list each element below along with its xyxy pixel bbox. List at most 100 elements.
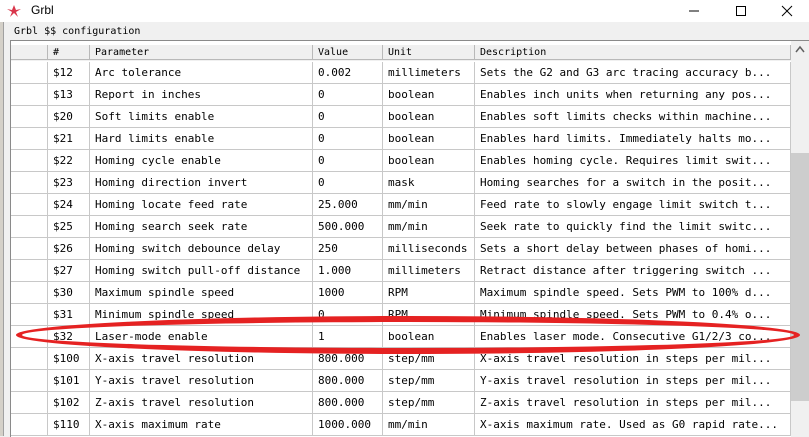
table-row[interactable]: $100 X-axis travel resolution 800.000 step/… bbox=[11, 348, 791, 370]
table-header: # Parameter Value Unit Description bbox=[11, 45, 791, 61]
table-row[interactable]: $24 Homing locate feed rate 25.000 mm/min Fe… bbox=[11, 194, 791, 216]
row-parameter: Z-axis travel resolution bbox=[90, 392, 313, 414]
row-description: Minimum spindle speed. Sets PWM to 0.4% … bbox=[475, 304, 791, 326]
table-row[interactable]: $22 Homing cycle enable 0 boolean Enables ho… bbox=[11, 150, 791, 172]
maximize-button[interactable] bbox=[718, 0, 764, 22]
maximize-icon bbox=[736, 6, 746, 16]
column-header-value[interactable]: Value bbox=[313, 45, 383, 60]
column-header-number[interactable]: # bbox=[48, 45, 90, 60]
row-selector[interactable] bbox=[11, 62, 48, 84]
row-description: Enables homing cycle. Requires limit swi… bbox=[475, 150, 791, 172]
row-number: $100 bbox=[48, 348, 90, 370]
row-parameter: Report in inches bbox=[90, 84, 313, 106]
table-row[interactable]: $27 Homing switch pull-off distance 1.000 m… bbox=[11, 260, 791, 282]
table-row[interactable]: $12 Arc tolerance 0.002 millimeters Sets the… bbox=[11, 62, 791, 84]
row-unit: millimeters bbox=[383, 62, 475, 84]
table-row[interactable]: $13 Report in inches 0 boolean Enables inch … bbox=[11, 84, 791, 106]
vertical-scrollbar[interactable] bbox=[791, 41, 809, 437]
row-unit: step/mm bbox=[383, 348, 475, 370]
row-selector[interactable] bbox=[11, 326, 48, 348]
row-value: 1.000 bbox=[313, 260, 383, 282]
row-selector[interactable] bbox=[11, 304, 48, 326]
table-row[interactable]: $26 Homing switch debounce delay 250 millis… bbox=[11, 238, 791, 260]
row-description: Homing searches for a switch in the posi… bbox=[475, 172, 791, 194]
row-unit: RPM bbox=[383, 282, 475, 304]
row-selector[interactable] bbox=[11, 150, 48, 172]
row-unit: step/mm bbox=[383, 370, 475, 392]
row-unit: mm/min bbox=[383, 194, 475, 216]
row-unit: boolean bbox=[383, 84, 475, 106]
row-unit: mask bbox=[383, 172, 475, 194]
row-selector[interactable] bbox=[11, 172, 48, 194]
row-number: $12 bbox=[48, 62, 90, 84]
column-header-parameter[interactable]: Parameter bbox=[90, 45, 313, 60]
row-value: 800.000 bbox=[313, 348, 383, 370]
row-value: 0 bbox=[313, 84, 383, 106]
row-unit: boolean bbox=[383, 128, 475, 150]
row-parameter: Homing direction invert bbox=[90, 172, 313, 194]
row-parameter: Hard limits enable bbox=[90, 128, 313, 150]
config-table[interactable]: # Parameter Value Unit Description $12 Ar… bbox=[10, 40, 809, 437]
row-value: 1000 bbox=[313, 282, 383, 304]
row-number: $25 bbox=[48, 216, 90, 238]
row-selector[interactable] bbox=[11, 194, 48, 216]
scroll-up-arrow-icon[interactable] bbox=[795, 45, 805, 53]
column-header-description[interactable]: Description bbox=[475, 45, 791, 60]
row-description: X-axis travel resolution in steps per mi… bbox=[475, 348, 791, 370]
row-description: Enables inch units when returning any po… bbox=[475, 84, 791, 106]
row-selector[interactable] bbox=[11, 128, 48, 150]
row-unit: RPM bbox=[383, 304, 475, 326]
row-selector[interactable] bbox=[11, 106, 48, 128]
table-row[interactable]: $110 X-axis maximum rate 1000.000 mm/min X-a… bbox=[11, 414, 791, 436]
table-row[interactable]: $30 Maximum spindle speed 1000 RPM Maximum s… bbox=[11, 282, 791, 304]
row-unit: boolean bbox=[383, 150, 475, 172]
row-selector[interactable] bbox=[11, 370, 48, 392]
table-row[interactable]: $31 Minimum spindle speed 0 RPM Minimum spin… bbox=[11, 304, 791, 326]
row-description: Enables laser mode. Consecutive G1/2/3 c… bbox=[475, 326, 791, 348]
column-header-unit[interactable]: Unit bbox=[383, 45, 475, 60]
table-row[interactable]: $25 Homing search seek rate 500.000 mm/min S… bbox=[11, 216, 791, 238]
table-row[interactable]: $20 Soft limits enable 0 boolean Enables sof… bbox=[11, 106, 791, 128]
minimize-button[interactable] bbox=[671, 0, 717, 22]
minimize-icon bbox=[689, 10, 699, 12]
scrollbar-thumb[interactable] bbox=[791, 153, 809, 401]
row-parameter: Maximum spindle speed bbox=[90, 282, 313, 304]
row-description: Feed rate to slowly engage limit switch … bbox=[475, 194, 791, 216]
title-bar: Grbl bbox=[0, 0, 809, 22]
row-unit: boolean bbox=[383, 326, 475, 348]
row-number: $24 bbox=[48, 194, 90, 216]
row-value: 0 bbox=[313, 150, 383, 172]
row-selector[interactable] bbox=[11, 260, 48, 282]
panel-label: Grbl $$ configuration bbox=[14, 26, 141, 37]
row-selector[interactable] bbox=[11, 348, 48, 370]
row-parameter: X-axis travel resolution bbox=[90, 348, 313, 370]
row-description: Z-axis travel resolution in steps per mi… bbox=[475, 392, 791, 414]
row-selector[interactable] bbox=[11, 216, 48, 238]
row-value: 1000.000 bbox=[313, 414, 383, 436]
table-row[interactable]: $32 Laser-mode enable 1 boolean Enables lase… bbox=[11, 326, 791, 348]
row-number: $26 bbox=[48, 238, 90, 260]
row-number: $30 bbox=[48, 282, 90, 304]
close-button[interactable] bbox=[764, 0, 809, 22]
table-row[interactable]: $102 Z-axis travel resolution 800.000 step/… bbox=[11, 392, 791, 414]
row-selector[interactable] bbox=[11, 282, 48, 304]
row-parameter: Minimum spindle speed bbox=[90, 304, 313, 326]
row-value: 0 bbox=[313, 106, 383, 128]
table-row[interactable]: $101 Y-axis travel resolution 800.000 step/… bbox=[11, 370, 791, 392]
grbl-app-icon bbox=[7, 5, 21, 17]
row-description: Sets the G2 and G3 arc tracing accuracy … bbox=[475, 62, 791, 84]
row-number: $110 bbox=[48, 414, 90, 436]
table-row[interactable]: $23 Homing direction invert 0 mask Homing se… bbox=[11, 172, 791, 194]
row-selector[interactable] bbox=[11, 84, 48, 106]
row-selector[interactable] bbox=[11, 238, 48, 260]
table-row[interactable]: $21 Hard limits enable 0 boolean Enables har… bbox=[11, 128, 791, 150]
column-header-blank bbox=[11, 45, 48, 60]
row-value: 500.000 bbox=[313, 216, 383, 238]
row-selector[interactable] bbox=[11, 414, 48, 436]
row-description: Retract distance after triggering switch… bbox=[475, 260, 791, 282]
row-value: 0 bbox=[313, 172, 383, 194]
row-number: $102 bbox=[48, 392, 90, 414]
row-number: $22 bbox=[48, 150, 90, 172]
row-value: 800.000 bbox=[313, 370, 383, 392]
row-selector[interactable] bbox=[11, 392, 48, 414]
